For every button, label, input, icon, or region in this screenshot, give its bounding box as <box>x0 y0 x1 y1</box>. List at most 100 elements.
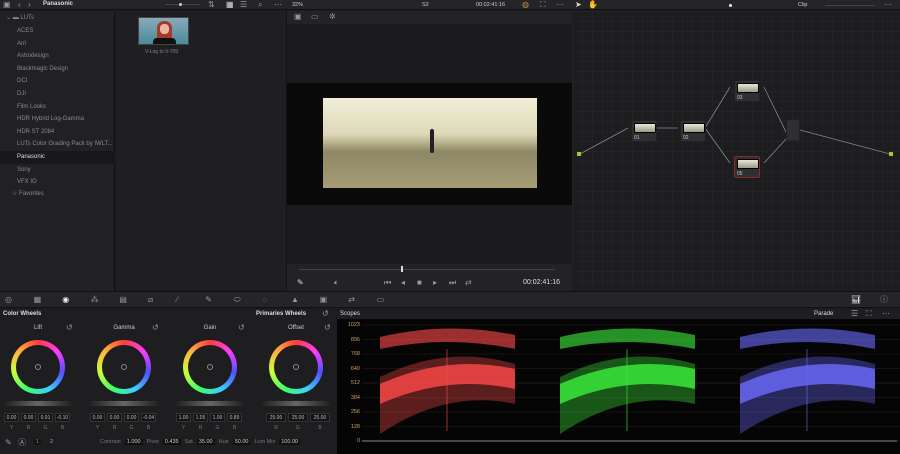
wheel-handle[interactable] <box>207 364 213 370</box>
list-view-icon[interactable]: ☰ <box>240 0 247 10</box>
fullscreen-icon[interactable]: ⛶ <box>540 0 546 10</box>
split-view-icon[interactable]: ▭ <box>311 12 319 22</box>
auto-balance-icon[interactable]: Ⓐ <box>18 438 26 448</box>
wheel-value-field[interactable]: 25.00 <box>266 413 286 422</box>
lut-folder-item[interactable]: DCI <box>0 75 115 88</box>
lut-folder-item[interactable]: Film Looks <box>0 101 115 114</box>
wheel-handle[interactable] <box>293 364 299 370</box>
pointer-icon[interactable]: ➤ <box>575 0 582 10</box>
node-02[interactable]: 02 <box>680 120 706 142</box>
parallel-mixer-node[interactable] <box>786 119 800 141</box>
wheel-value-field[interactable]: -0.04 <box>141 413 156 422</box>
master-wheel-slider[interactable] <box>90 401 158 406</box>
node-01[interactable]: 01 <box>631 120 657 142</box>
qualifier-icon[interactable]: ✎ <box>205 295 212 305</box>
forward-icon[interactable]: › <box>28 0 31 10</box>
wheel-value-field[interactable]: 0.00 <box>107 413 122 422</box>
node-mode-dropdown[interactable]: Clip <box>798 2 807 8</box>
lut-folder-item[interactable]: Arri <box>0 38 115 51</box>
scrubber[interactable] <box>299 266 555 272</box>
output-node[interactable] <box>889 152 893 156</box>
wheel-handle[interactable] <box>121 364 127 370</box>
timecode-display[interactable]: 00:02:41:16 <box>476 2 505 8</box>
more-icon[interactable]: ⋯ <box>556 0 564 10</box>
wheel-value-field[interactable]: 0.00 <box>124 413 139 422</box>
hue-field[interactable]: 50.00 <box>232 439 251 445</box>
scope-fullscreen-icon[interactable]: ⛶ <box>866 309 872 319</box>
key-icon[interactable]: ▣ <box>320 295 328 305</box>
source-input[interactable] <box>577 152 581 156</box>
scopes-toggle-icon[interactable]: 📊︎ <box>851 295 861 305</box>
wheel-value-field[interactable]: 0.01 <box>38 413 53 422</box>
more-icon[interactable]: ⋯ <box>882 309 890 319</box>
skip-forward-icon[interactable]: ⏭︎ <box>449 278 456 288</box>
rgb-mixer-icon[interactable]: ▤ <box>119 295 127 305</box>
node-zoom-slider[interactable] <box>825 5 875 6</box>
color-wheels-icon[interactable]: ◉ <box>62 295 69 305</box>
thumb-size-slider[interactable] <box>165 3 200 6</box>
node-03[interactable]: 03 <box>734 80 760 102</box>
grid-view-icon[interactable]: ▦ <box>226 0 234 10</box>
stop-icon[interactable]: ■ <box>417 278 422 288</box>
audio-icon[interactable]: 🔈︎ <box>334 278 339 288</box>
lut-folder-item[interactable]: Astrodesign <box>0 50 115 63</box>
step-back-icon[interactable]: ◂ <box>401 278 405 288</box>
node-05[interactable]: 05 <box>734 156 760 178</box>
window-icon[interactable]: ⬭ <box>234 295 241 305</box>
sidebar-toggle-icon[interactable]: ▣ <box>3 0 11 10</box>
lummix-field[interactable]: 100.00 <box>279 439 301 445</box>
clip-dropdown[interactable]: S2 <box>422 2 429 8</box>
loop-icon[interactable]: ⇄ <box>465 278 472 288</box>
master-wheel-slider[interactable] <box>176 401 244 406</box>
picker-icon[interactable]: ✎ <box>297 278 304 288</box>
master-wheel-slider[interactable] <box>262 401 330 406</box>
more-icon[interactable]: ⋯ <box>274 0 282 10</box>
reset-icon[interactable]: ↺ <box>324 323 331 333</box>
color-match-icon[interactable]: ▦ <box>34 295 42 305</box>
lut-folder-item[interactable]: Blackmagic Design <box>0 63 115 76</box>
page-2-button[interactable]: 2 <box>50 439 53 445</box>
more-icon[interactable]: ⋯ <box>884 0 892 10</box>
highlight-icon[interactable]: ✲ <box>329 12 336 22</box>
sort-icon[interactable]: ⇅ <box>208 0 215 10</box>
color-icon[interactable]: ◍ <box>522 0 529 10</box>
scope-settings-icon[interactable]: ☰ <box>851 309 858 319</box>
scope-mode-dropdown[interactable]: Parade <box>814 311 833 317</box>
node-graph[interactable]: 01 02 03 05 <box>572 11 900 291</box>
blur-icon[interactable]: ▲ <box>291 295 299 305</box>
wheel-value-field[interactable]: 0.00 <box>21 413 36 422</box>
favorites-item[interactable]: ☆ Favorites <box>0 188 115 201</box>
lut-root-folder[interactable]: ⌄ ▬ LUTs <box>0 12 115 25</box>
wheel-value-field[interactable]: 25.00 <box>310 413 330 422</box>
tracker-icon[interactable]: ◌ <box>262 295 267 305</box>
wheel-value-field[interactable]: 1.05 <box>193 413 208 422</box>
wheel-value-field[interactable]: 0.89 <box>227 413 242 422</box>
wheel-value-field[interactable]: 1.00 <box>176 413 191 422</box>
contrast-field[interactable]: 1.000 <box>124 439 143 445</box>
info-icon[interactable]: ⓘ <box>880 295 888 305</box>
motion-effects-icon[interactable]: ⧄ <box>148 295 153 305</box>
back-icon[interactable]: ‹ <box>18 0 21 10</box>
reset-icon[interactable]: ↺ <box>238 323 245 333</box>
lut-folder-item[interactable]: Sony <box>0 164 115 177</box>
hdr-icon[interactable]: ⁂ <box>91 295 99 305</box>
reset-icon[interactable]: ↺ <box>152 323 159 333</box>
lut-folder-item[interactable]: ACES <box>0 25 115 38</box>
reset-icon[interactable]: ↺ <box>322 309 329 319</box>
viewer-canvas[interactable] <box>287 24 572 264</box>
reset-icon[interactable]: ↺ <box>66 323 73 333</box>
curve-tool-icon[interactable]: ✎ <box>5 438 12 448</box>
mode-dropdown[interactable]: Primaries Wheels <box>256 311 306 317</box>
single-view-icon[interactable]: ▣ <box>294 12 302 22</box>
wheel-value-field[interactable]: 1.00 <box>210 413 225 422</box>
sat-field[interactable]: 35.00 <box>196 439 215 445</box>
zoom-dropdown[interactable]: 32% <box>292 2 303 8</box>
curves-icon[interactable]: ∕ <box>177 295 178 305</box>
hand-icon[interactable]: ✋ <box>588 0 598 10</box>
page-1-button[interactable]: 1 <box>34 439 42 445</box>
wheel-value-field[interactable]: -0.10 <box>55 413 70 422</box>
lut-folder-item[interactable]: HDR Hybrid Log-Gamma <box>0 113 115 126</box>
pivot-field[interactable]: 0.435 <box>162 439 181 445</box>
wheel-value-field[interactable]: 0.00 <box>4 413 19 422</box>
3d-icon[interactable]: ▭ <box>377 295 385 305</box>
